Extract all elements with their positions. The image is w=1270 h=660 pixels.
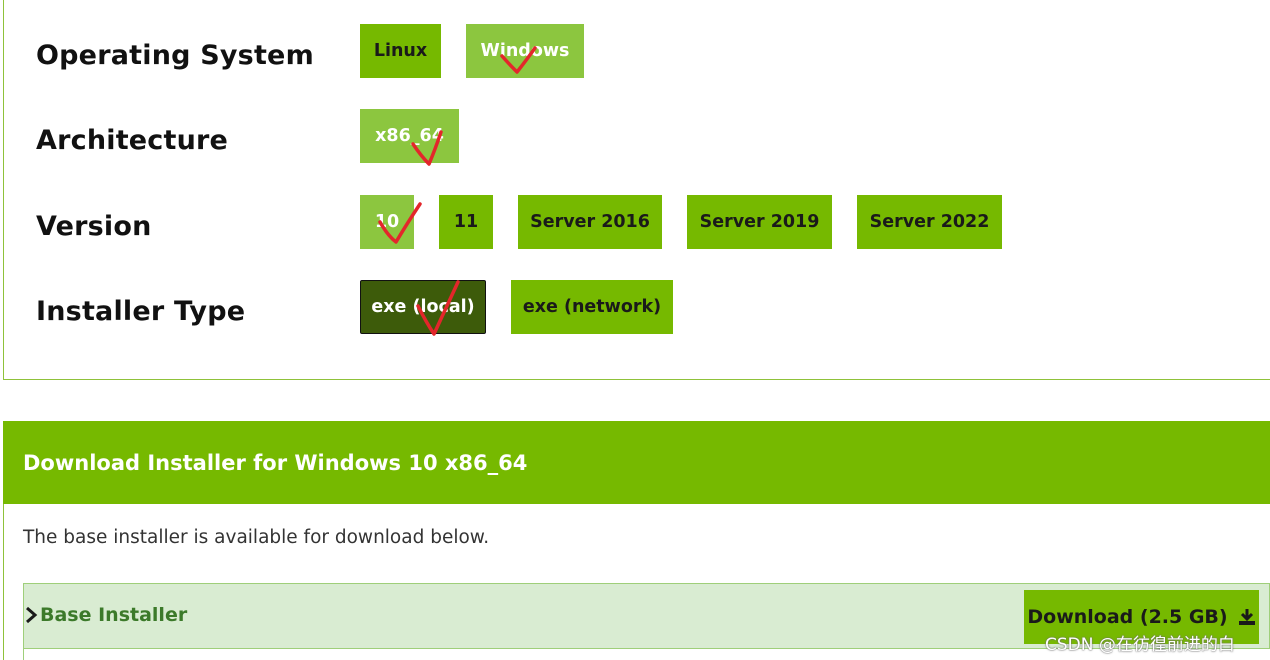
base-installer-label: Base Installer	[40, 604, 188, 626]
version-option-server-2016[interactable]: Server 2016	[518, 195, 662, 249]
installer-type-label: Installer Type	[36, 296, 246, 327]
chevron-right-icon	[26, 606, 38, 624]
architecture-label: Architecture	[36, 125, 229, 156]
version-option-10[interactable]: 10	[360, 195, 414, 249]
version-option-11[interactable]: 11	[439, 195, 493, 249]
version-option-server-2019[interactable]: Server 2019	[687, 195, 832, 249]
version-label: Version	[36, 211, 152, 242]
arch-option-x86_64[interactable]: x86_64	[360, 109, 459, 163]
download-description: The base installer is available for down…	[23, 527, 490, 548]
version-option-server-2022[interactable]: Server 2022	[857, 195, 1002, 249]
download-icon	[1238, 609, 1255, 625]
download-button-label: Download (2.5 GB)	[1027, 606, 1228, 628]
download-title: Download Installer for Windows 10 x86_64	[23, 450, 528, 475]
download-header: Download Installer for Windows 10 x86_64	[3, 421, 1270, 504]
os-option-windows[interactable]: Windows	[466, 24, 584, 78]
os-label: Operating System	[36, 40, 314, 71]
installer-option-exe-network[interactable]: exe (network)	[511, 280, 673, 334]
watermark: CSDN @在彷徨前进的白	[1045, 635, 1235, 655]
base-installer-toggle[interactable]: Base Installer	[24, 604, 187, 626]
os-option-linux[interactable]: Linux	[360, 24, 441, 78]
installer-option-exe-local[interactable]: exe (local)	[360, 280, 486, 334]
